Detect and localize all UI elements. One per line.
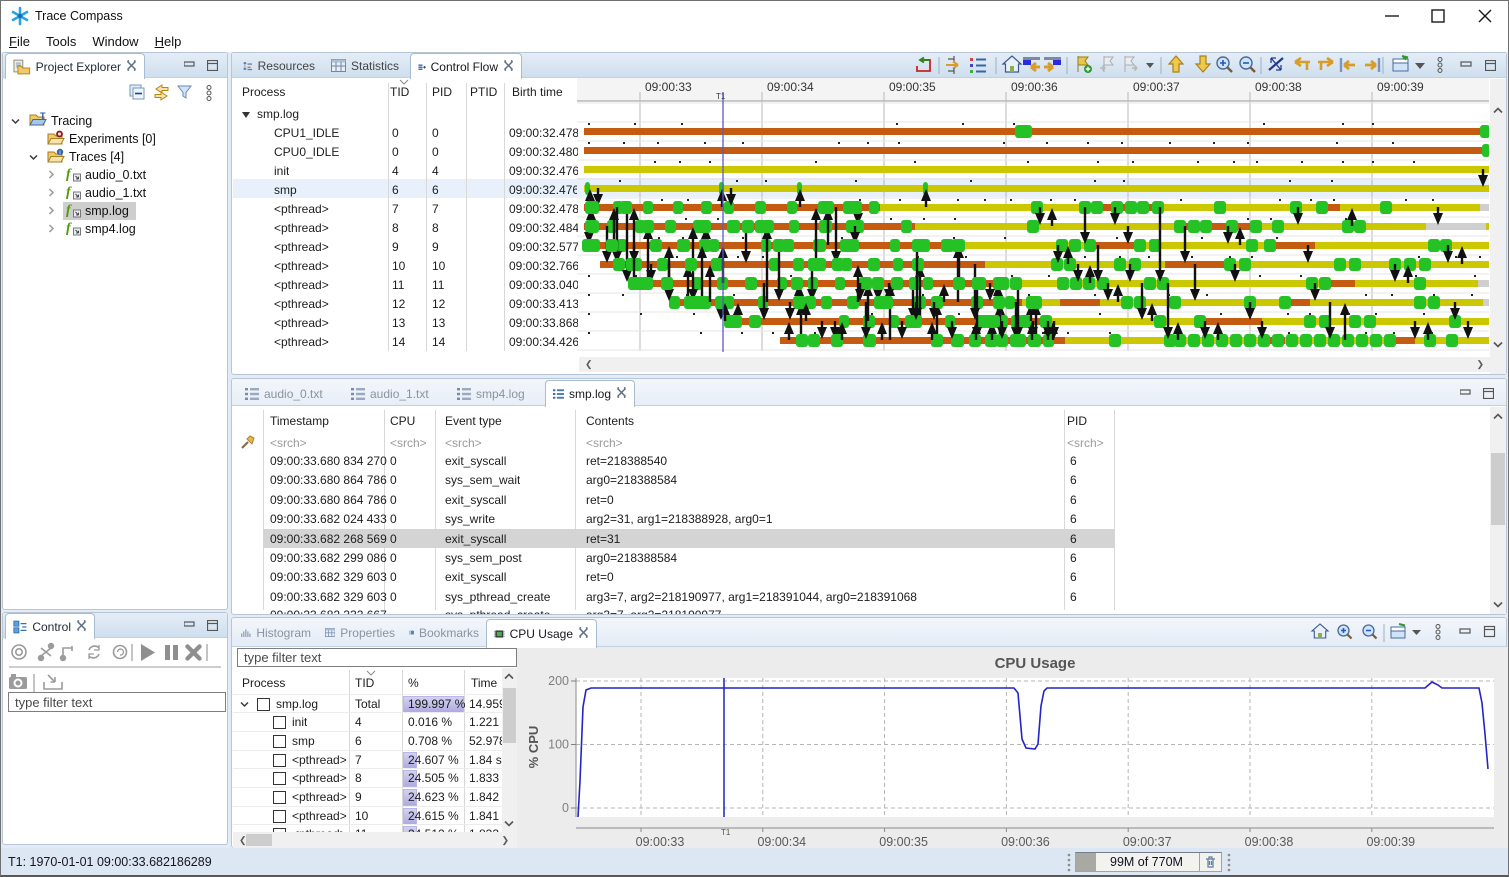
svg-text:09:00:39: 09:00:39: [1377, 80, 1424, 94]
svg-text:f: f: [66, 185, 72, 200]
svg-text:09:00:36: 09:00:36: [1011, 80, 1058, 94]
svg-text:% CPU: % CPU: [526, 726, 541, 769]
svg-text:f: f: [66, 203, 72, 218]
svg-text:09:00:38: 09:00:38: [1255, 80, 1302, 94]
svg-text:09:00:35: 09:00:35: [879, 835, 928, 849]
svg-text:f: f: [66, 167, 72, 182]
svg-text:09:00:38: 09:00:38: [1245, 835, 1294, 849]
svg-text:T1: T1: [716, 92, 726, 101]
svg-text:09:00:35: 09:00:35: [889, 80, 936, 94]
svg-text:09:00:33: 09:00:33: [645, 80, 692, 94]
svg-text:09:00:34: 09:00:34: [757, 835, 806, 849]
svg-text:T1: T1: [721, 828, 731, 837]
svg-text:09:00:34: 09:00:34: [767, 80, 814, 94]
svg-text:09:00:37: 09:00:37: [1123, 835, 1172, 849]
svg-text:100: 100: [548, 738, 569, 752]
svg-text:09:00:37: 09:00:37: [1133, 80, 1180, 94]
svg-text:CPU Usage: CPU Usage: [995, 655, 1076, 672]
svg-text:200: 200: [548, 674, 569, 688]
svg-text:09:00:39: 09:00:39: [1366, 835, 1415, 849]
svg-text:09:00:33: 09:00:33: [636, 835, 685, 849]
svg-text:0: 0: [562, 801, 569, 815]
svg-text:f: f: [66, 221, 72, 236]
svg-text:i: i: [59, 149, 60, 156]
svg-text:09:00:36: 09:00:36: [1001, 835, 1050, 849]
svg-text:T: T: [40, 112, 46, 121]
